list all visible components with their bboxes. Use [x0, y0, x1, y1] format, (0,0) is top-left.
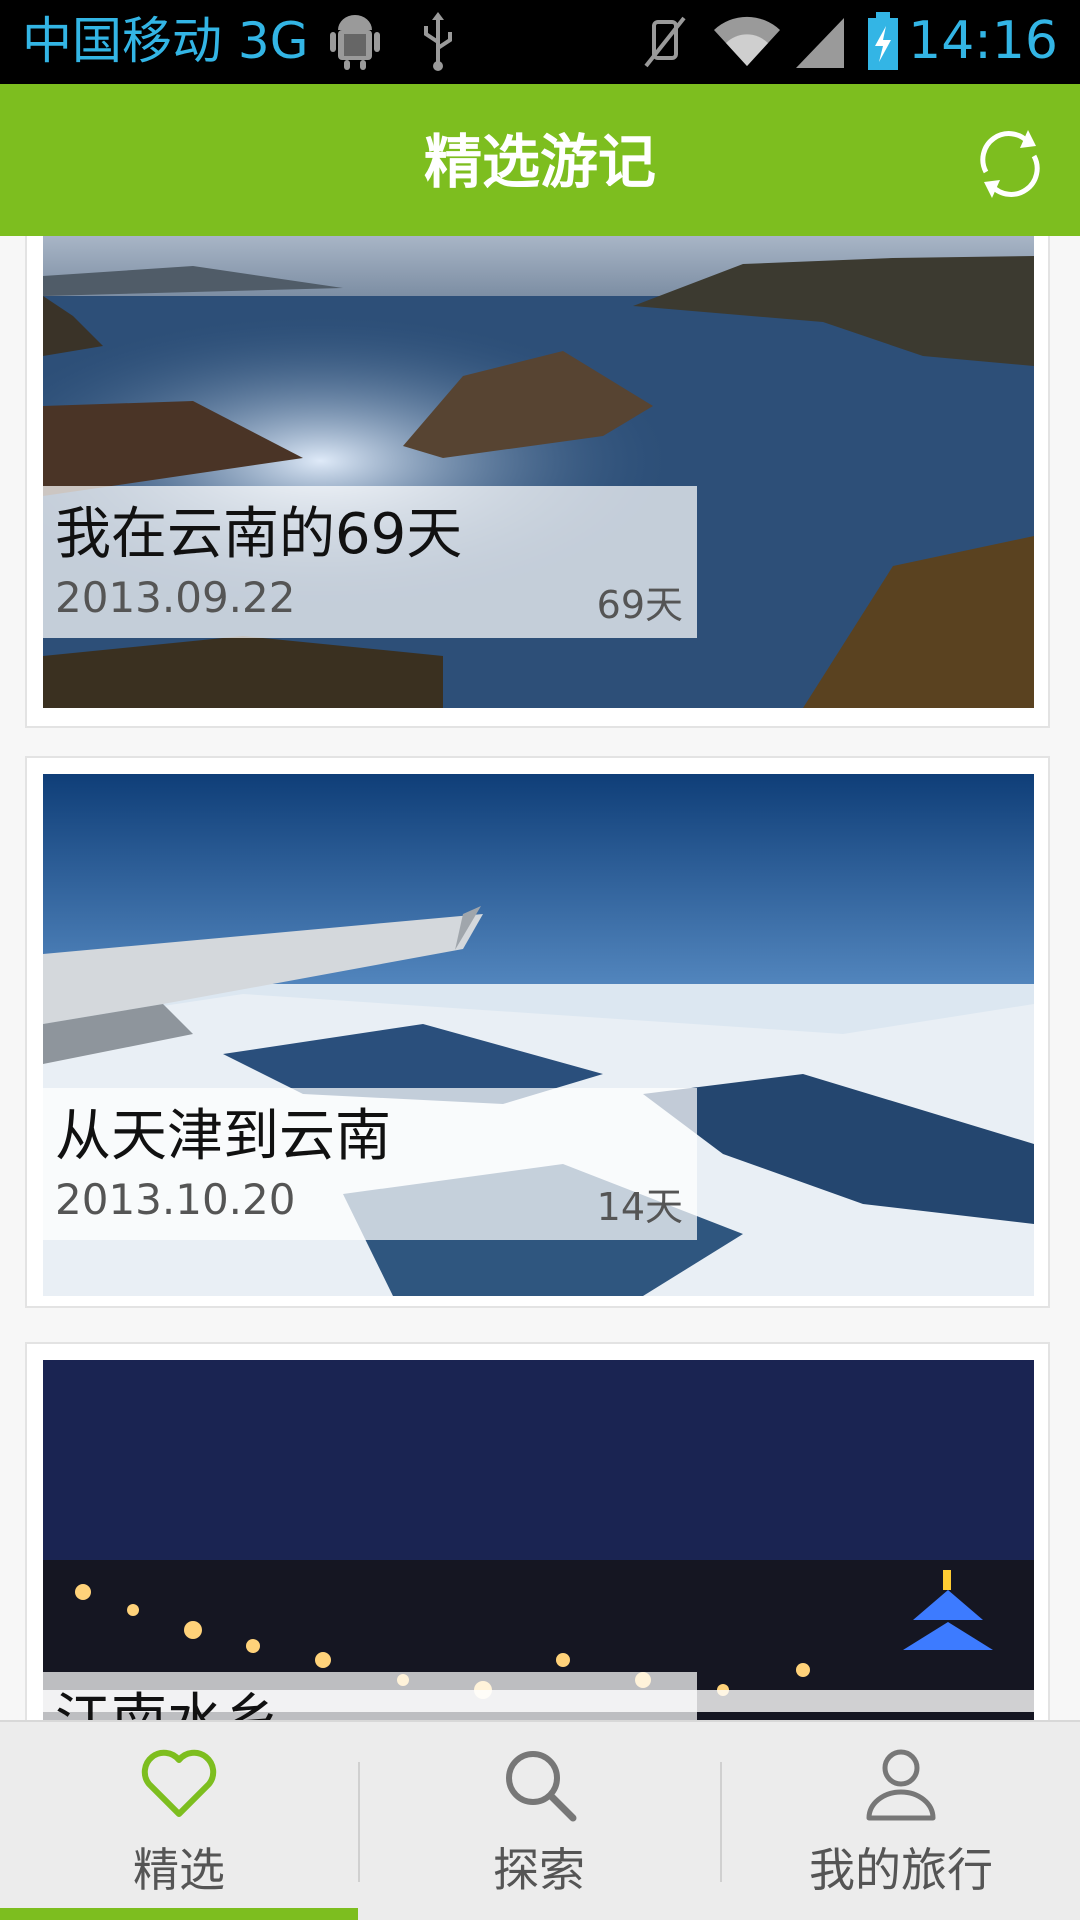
card-title: 从天津到云南 [55, 1104, 391, 1169]
travelogue-card[interactable]: 江南水乡 [25, 1342, 1050, 1720]
travelogue-feed[interactable]: 我在云南的69天 2013.09.22 69天 从天津到云南 2013.10.2… [0, 236, 1080, 1720]
status-clock: 14:16 [908, 11, 1058, 71]
travelogue-card[interactable]: 我在云南的69天 2013.09.22 69天 [25, 236, 1050, 728]
usb-icon [424, 12, 452, 71]
card-date: 2013.09.22 [55, 573, 296, 622]
signal-icon [796, 18, 844, 68]
bottom-tab-bar: 精选 探索 我的旅行 [0, 1720, 1080, 1920]
tab-label: 精选 [133, 1843, 225, 1897]
night-town-photo [43, 1360, 1034, 1720]
user-icon [866, 1749, 936, 1821]
card-title: 江南水乡 [55, 1686, 279, 1720]
card-title: 我在云南的69天 [55, 502, 463, 567]
tab-label: 探索 [493, 1843, 585, 1897]
refresh-icon[interactable] [970, 124, 1050, 204]
android-icon [330, 15, 380, 70]
carrier-label: 中国移动 3G [22, 12, 309, 70]
tab-label: 我的旅行 [809, 1843, 993, 1897]
tab-my-trips[interactable]: 我的旅行 [722, 1722, 1080, 1920]
status-bar: 中国移动 3G 14:16 [0, 0, 1080, 84]
card-caption: 从天津到云南 2013.10.20 14天 [43, 1088, 697, 1240]
mute-icon [644, 16, 686, 68]
card-days: 69天 [596, 583, 683, 627]
tab-explore[interactable]: 探索 [360, 1722, 718, 1920]
tab-featured[interactable]: 精选 [0, 1722, 358, 1920]
card-caption: 我在云南的69天 2013.09.22 69天 [43, 486, 697, 638]
page-title: 精选游记 [423, 128, 656, 196]
action-bar: 精选游记 [0, 84, 1080, 236]
active-tab-indicator [0, 1908, 358, 1920]
wifi-icon [714, 16, 780, 66]
card-days: 14天 [596, 1185, 683, 1229]
battery-charging-icon [868, 12, 898, 70]
travelogue-card[interactable]: 从天津到云南 2013.10.20 14天 [25, 756, 1050, 1308]
card-date: 2013.10.20 [55, 1175, 296, 1224]
card-caption: 江南水乡 [43, 1672, 697, 1720]
search-icon [506, 1751, 577, 1822]
heart-icon [141, 1749, 217, 1817]
